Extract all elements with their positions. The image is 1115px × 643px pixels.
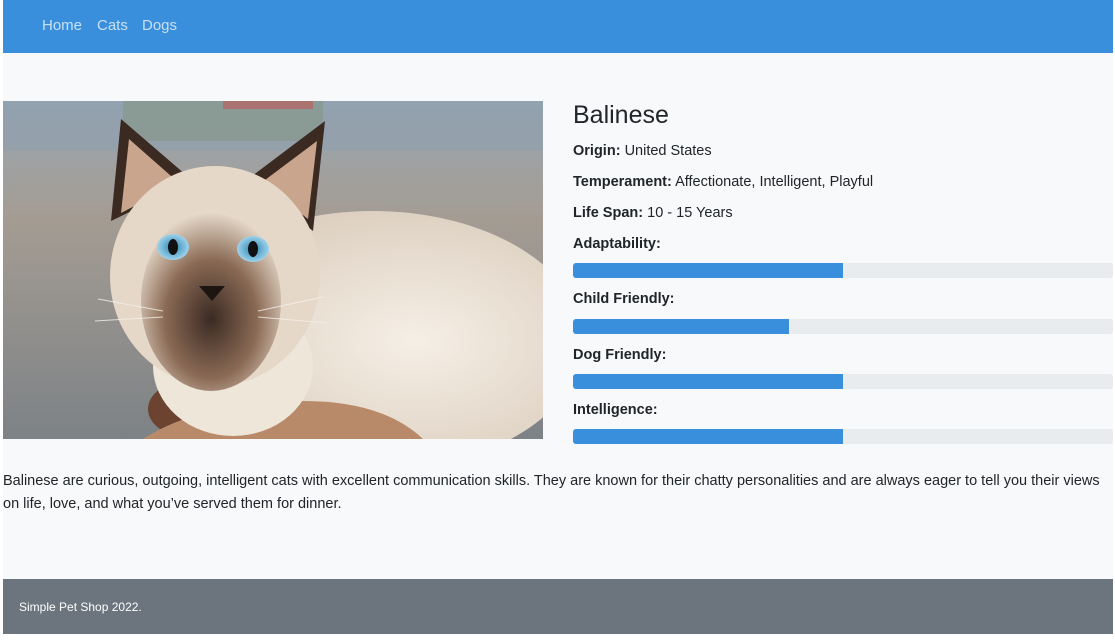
footer: Simple Pet Shop 2022.	[3, 579, 1113, 634]
life-span-label: Life Span:	[573, 205, 644, 221]
nav-link-cats[interactable]: Cats	[97, 17, 128, 35]
child-friendly-bar-fill	[573, 319, 789, 334]
origin-label: Origin:	[573, 143, 621, 159]
nav-link-dogs[interactable]: Dogs	[142, 17, 177, 35]
life-span-row: Life Span: 10 - 15 Years	[573, 204, 733, 222]
dog-friendly-bar	[573, 374, 1113, 389]
adaptability-bar-fill	[573, 263, 843, 278]
navbar: Home Cats Dogs	[3, 0, 1113, 53]
breed-name: Balinese	[573, 101, 669, 129]
adaptability-bar	[573, 263, 1113, 278]
intelligence-label: Intelligence:	[573, 402, 658, 418]
temperament-value: Affectionate, Intelligent, Playful	[675, 174, 874, 190]
page: Home Cats Dogs Balinese Origin: United S…	[3, 0, 1113, 634]
breed-description: Balinese are curious, outgoing, intellig…	[3, 473, 1100, 512]
breed-image	[3, 101, 543, 439]
adaptability-label: Adaptability:	[573, 236, 661, 252]
child-friendly-bar	[573, 319, 1113, 334]
origin-row: Origin: United States	[573, 142, 712, 160]
dog-friendly-bar-fill	[573, 374, 843, 389]
cat-photo-icon	[3, 101, 543, 439]
dog-friendly-label: Dog Friendly:	[573, 347, 667, 363]
temperament-label: Temperament:	[573, 174, 672, 190]
child-friendly-label: Child Friendly:	[573, 291, 675, 307]
nav-link-home[interactable]: Home	[42, 17, 82, 35]
life-span-value: 10 - 15 Years	[647, 205, 733, 221]
intelligence-bar	[573, 429, 1113, 444]
temperament-row: Temperament: Affectionate, Intelligent, …	[573, 173, 873, 191]
origin-value: United States	[624, 143, 712, 159]
intelligence-bar-fill	[573, 429, 843, 444]
footer-text: Simple Pet Shop 2022.	[19, 600, 142, 614]
